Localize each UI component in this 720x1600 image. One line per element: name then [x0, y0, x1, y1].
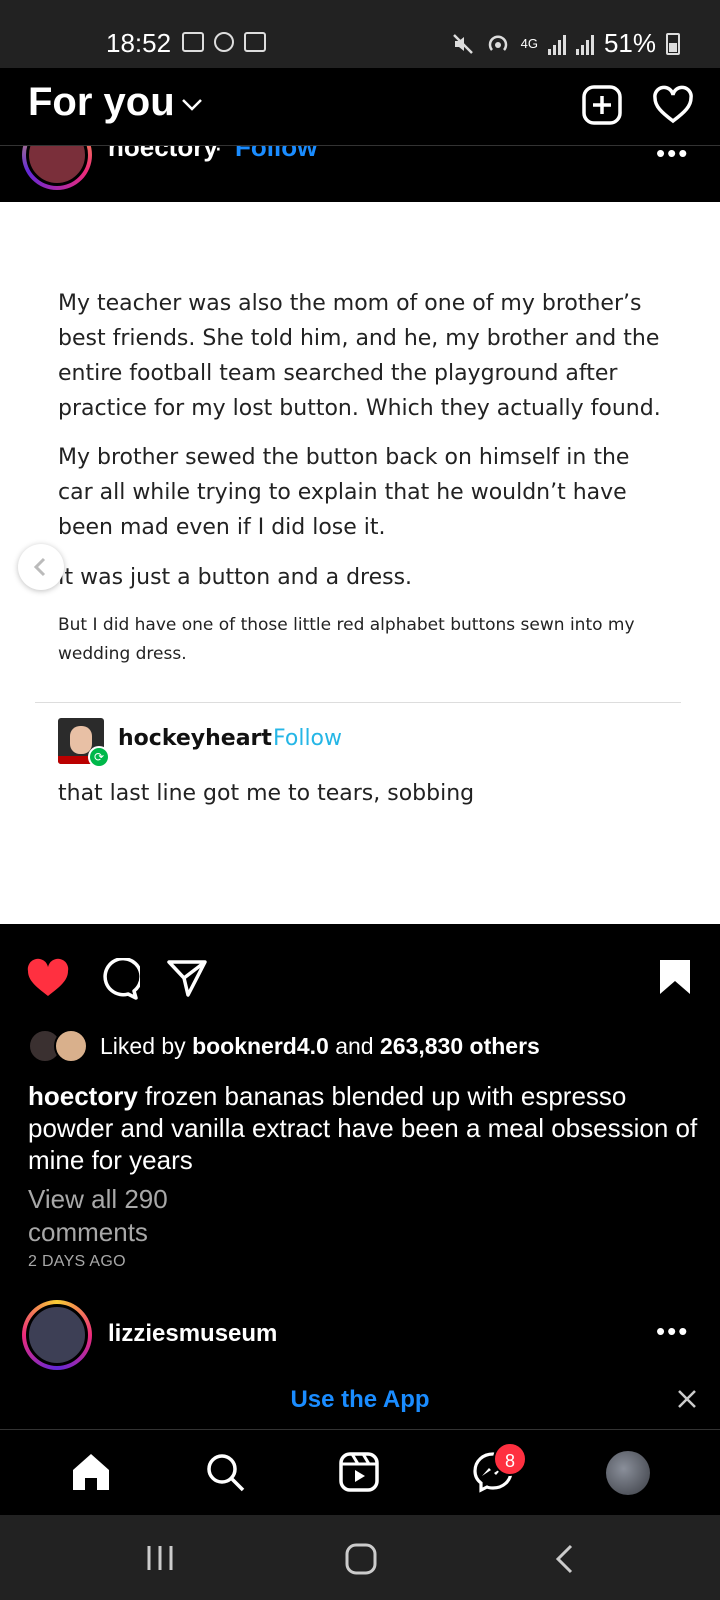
messages-badge: 8 — [493, 1442, 527, 1476]
use-app-link[interactable]: Use the App — [0, 1386, 720, 1414]
new-post-icon[interactable] — [582, 85, 622, 125]
heart-icon[interactable] — [652, 85, 694, 125]
back-icon — [555, 1544, 573, 1574]
post-actions — [0, 950, 720, 1006]
chevron-down-icon[interactable] — [181, 98, 203, 112]
nav-home[interactable] — [70, 1451, 112, 1498]
image-paragraph-small: But I did have one of those little red a… — [58, 615, 635, 664]
status-time: 18:52 — [106, 28, 172, 58]
profile-avatar — [606, 1451, 650, 1495]
battery-percent: 51% — [603, 28, 656, 58]
bookmark-filled-icon — [660, 960, 690, 994]
post-author-avatar[interactable] — [22, 146, 92, 190]
post-image[interactable]: My teacher was also the mom of one of my… — [0, 202, 720, 924]
nav-search[interactable] — [204, 1451, 246, 1498]
like-button[interactable] — [26, 958, 70, 1003]
comment-icon — [103, 956, 143, 1000]
separator-dot: · — [214, 146, 223, 162]
caption: hoectory frozen bananas blended up with … — [28, 1080, 698, 1176]
network-type: 4G — [520, 36, 538, 51]
reblog-icon: ⟳ — [88, 746, 110, 768]
feed-title[interactable]: For you — [28, 80, 175, 125]
reblog-comment: that last line got me to tears, sobbing — [58, 781, 475, 806]
home-square-icon — [345, 1543, 377, 1575]
carousel-prev-button[interactable] — [18, 544, 64, 590]
likes-text: Liked by booknerd4.0 and 263,830 others — [100, 1033, 540, 1060]
home-system-button[interactable] — [345, 1543, 377, 1580]
image-paragraph-1: My teacher was also the mom of one of my… — [58, 291, 661, 421]
app-notification-icon — [214, 32, 234, 52]
post-date: 2 DAYS AGO — [28, 1253, 126, 1270]
hotspot-icon — [488, 34, 507, 51]
close-icon[interactable] — [676, 1388, 698, 1410]
gallery-icon — [182, 32, 204, 52]
caption-username[interactable]: hoectory — [28, 1081, 138, 1111]
heart-filled-icon — [27, 958, 69, 996]
comment-button[interactable] — [98, 956, 143, 1005]
next-post-avatar[interactable] — [22, 1300, 92, 1370]
signal-icon-2 — [575, 33, 594, 55]
recents-icon — [147, 1546, 173, 1570]
send-icon — [167, 960, 207, 997]
save-button[interactable] — [658, 958, 692, 1001]
image-paragraph-3: It was just a button and a dress. — [58, 565, 413, 590]
reblogger-follow: Follow — [273, 726, 343, 751]
next-post-header: lizziesmuseum ••• — [0, 1300, 720, 1372]
reels-icon — [339, 1452, 379, 1492]
app-banner: Use the App — [0, 1376, 720, 1430]
next-post-username[interactable]: lizziesmuseum — [108, 1320, 277, 1348]
nav-reels[interactable] — [338, 1451, 380, 1498]
follow-button[interactable]: Follow — [235, 146, 317, 163]
liker-avatar — [54, 1029, 88, 1063]
more-options-icon[interactable]: ••• — [656, 146, 689, 169]
share-button[interactable] — [166, 958, 208, 1003]
battery-icon — [666, 32, 680, 55]
image-divider — [35, 702, 681, 703]
nav-profile[interactable] — [606, 1451, 650, 1495]
screen-record-icon — [244, 32, 266, 52]
status-bar: 18:52 4G 51% — [0, 0, 720, 68]
signal-icon — [547, 33, 566, 55]
image-paragraph-2: My brother sewed the button back on hims… — [58, 445, 630, 540]
bottom-nav — [0, 1431, 720, 1515]
post-username[interactable]: hoectory — [108, 146, 218, 163]
recent-apps-button[interactable] — [145, 1543, 175, 1578]
more-options-icon[interactable]: ••• — [656, 1316, 689, 1347]
top-app-bar: For you — [0, 68, 720, 146]
liker-username[interactable]: booknerd4.0 — [192, 1033, 329, 1059]
mute-icon — [452, 33, 473, 54]
likes-count[interactable]: 263,830 others — [380, 1033, 540, 1059]
notification-icons — [182, 32, 266, 52]
post-header: hoectory · Follow ••• — [0, 146, 720, 202]
status-right: 4G 51% — [451, 28, 680, 59]
chevron-left-icon — [33, 557, 46, 577]
view-comments-link[interactable]: View all 290 comments — [28, 1183, 228, 1249]
reblogger-name: hockeyheart — [118, 726, 272, 751]
liker-avatars — [28, 1029, 96, 1063]
back-button[interactable] — [552, 1543, 576, 1580]
home-icon — [73, 1454, 109, 1490]
likes-conjunction: and — [335, 1032, 374, 1059]
system-navigation — [0, 1515, 720, 1600]
likes-row[interactable]: Liked by booknerd4.0 and 263,830 others — [28, 1026, 540, 1066]
likes-prefix: Liked by — [100, 1032, 186, 1059]
search-icon — [207, 1454, 245, 1492]
